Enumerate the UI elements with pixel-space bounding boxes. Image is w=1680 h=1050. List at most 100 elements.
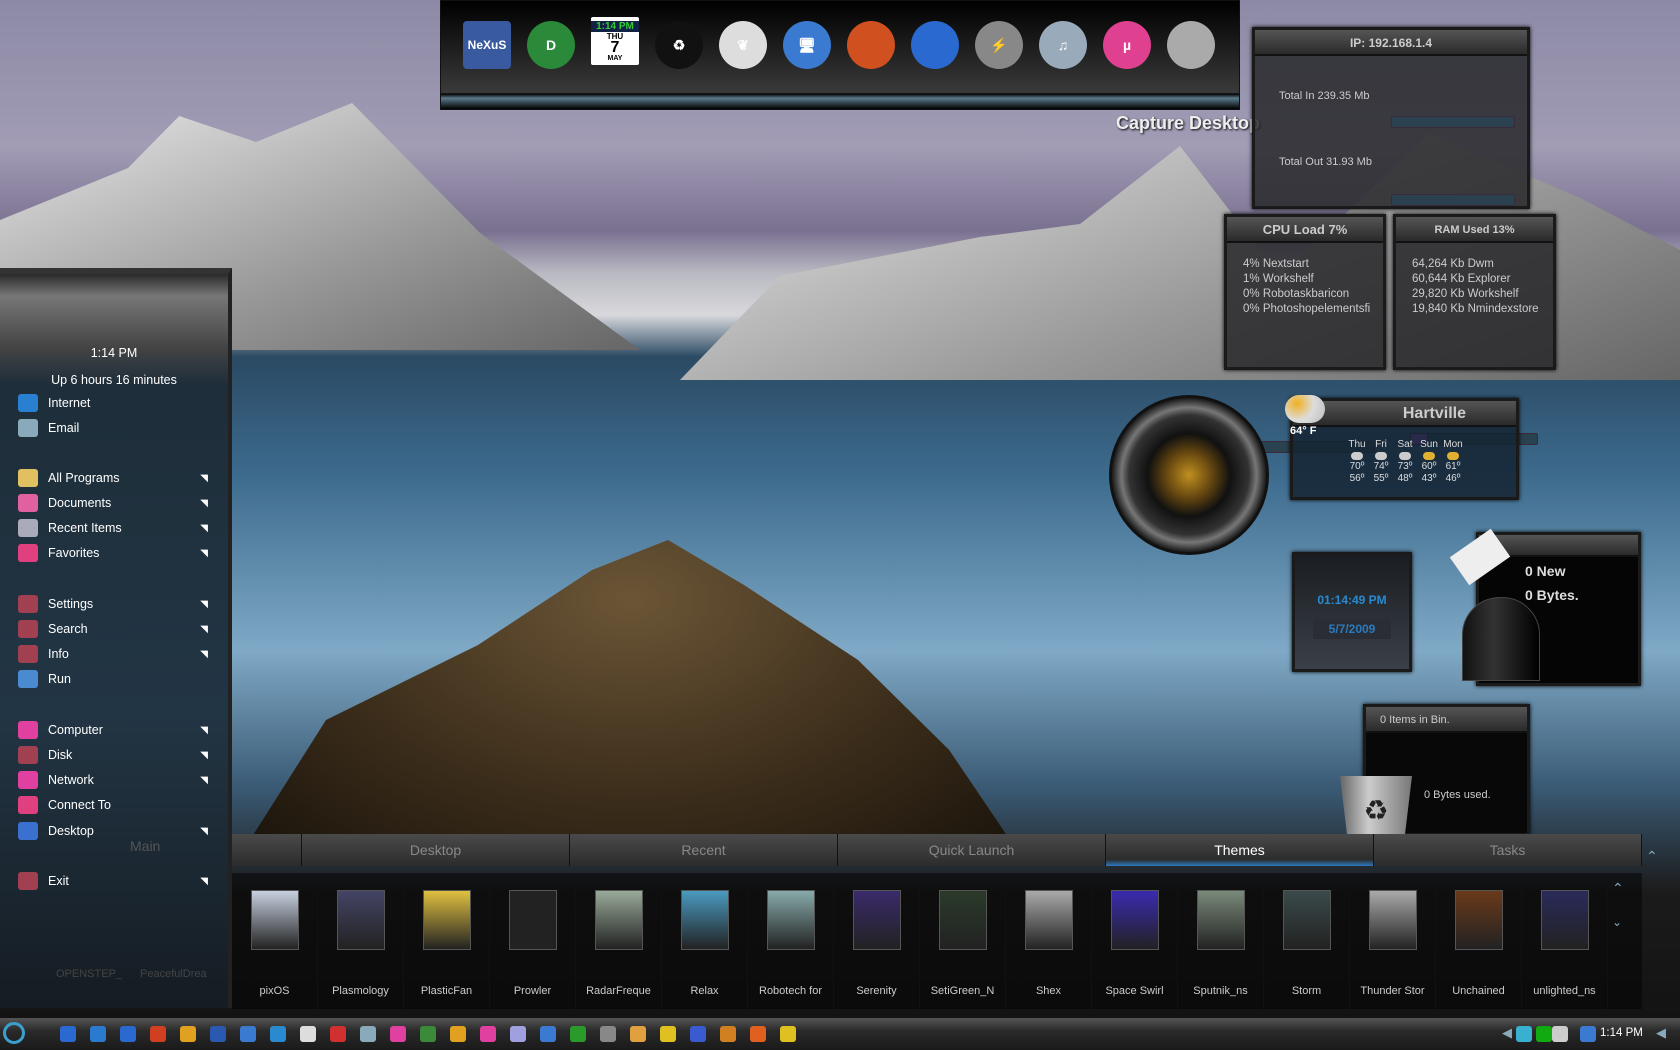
show-desktop-icon[interactable]: ◀ bbox=[1656, 1025, 1666, 1041]
taskbar-app-icon[interactable] bbox=[210, 1026, 226, 1042]
menu-item-settings[interactable]: Settings ◥ bbox=[18, 593, 212, 615]
taskbar-app-icon[interactable] bbox=[60, 1026, 76, 1042]
taskbar-app-icon[interactable] bbox=[90, 1026, 106, 1042]
scroll-down-icon[interactable]: ⌄ bbox=[1612, 915, 1622, 929]
utorrent-icon[interactable]: µ bbox=[1103, 21, 1151, 69]
tray-arrow-icon[interactable]: ◀ bbox=[1502, 1025, 1512, 1041]
theme-item[interactable]: PlasticFan bbox=[404, 873, 490, 1009]
theme-item[interactable]: RadarFreque bbox=[576, 873, 662, 1009]
taskbar-app-icon[interactable] bbox=[630, 1026, 646, 1042]
menu-item-run[interactable]: Run bbox=[18, 668, 212, 690]
menu-item-email[interactable]: Email bbox=[18, 417, 212, 439]
taskbar-app-icon[interactable] bbox=[570, 1026, 586, 1042]
nexus-icon[interactable]: NeXuS bbox=[463, 21, 511, 69]
total-in: Total In 239.35 Mb bbox=[1279, 90, 1370, 102]
dreamweaver-icon[interactable]: D bbox=[527, 21, 575, 69]
start-button[interactable] bbox=[3, 1022, 25, 1044]
menu-item-network[interactable]: Network ◥ bbox=[18, 769, 212, 791]
firefox-icon[interactable] bbox=[847, 21, 895, 69]
taskbar-app-icon[interactable] bbox=[600, 1026, 616, 1042]
tray-status-icon[interactable] bbox=[1536, 1026, 1552, 1042]
theme-item[interactable]: Thunder Stor bbox=[1350, 873, 1436, 1009]
forecast-day: Sun 60º 43º bbox=[1419, 439, 1439, 485]
menu-item-internet[interactable]: Internet bbox=[18, 392, 212, 414]
theme-item[interactable]: Shex bbox=[1006, 873, 1092, 1009]
theme-item[interactable]: unlighted_ns bbox=[1522, 873, 1608, 1009]
taskbar-app-icon[interactable] bbox=[120, 1026, 136, 1042]
taskbar-app-icon[interactable] bbox=[300, 1026, 316, 1042]
menu-item-disk[interactable]: Disk ◥ bbox=[18, 744, 212, 766]
tray-network-icon[interactable] bbox=[1580, 1026, 1596, 1042]
theme-item[interactable]: Prowler bbox=[490, 873, 576, 1009]
theme-item[interactable]: Storm bbox=[1264, 873, 1350, 1009]
photoshop-elements-icon[interactable]: ❦ bbox=[719, 21, 767, 69]
collapse-shelf-icon[interactable]: ⌃ bbox=[1646, 848, 1658, 865]
tab-quick-launch[interactable]: Quick Launch bbox=[838, 834, 1106, 866]
menu-item-info[interactable]: Info ◥ bbox=[18, 643, 212, 665]
tray-skype-icon[interactable] bbox=[1516, 1026, 1532, 1042]
taskbar-app-icon[interactable] bbox=[540, 1026, 556, 1042]
theme-name: Storm bbox=[1291, 985, 1322, 997]
menu-item-connect-to[interactable]: Connect To bbox=[18, 794, 212, 816]
themes-shelf: pixOS Plasmology PlasticFan Prowler RadarFre… bbox=[232, 873, 1642, 1009]
theme-item[interactable]: Serenity bbox=[834, 873, 920, 1009]
taskbar-app-icon[interactable] bbox=[780, 1026, 796, 1042]
theme-item[interactable]: pixOS bbox=[232, 873, 318, 1009]
taskbar-app-icon[interactable] bbox=[270, 1026, 286, 1042]
taskbar-app-icon[interactable] bbox=[480, 1026, 496, 1042]
theme-item[interactable]: Space Swirl bbox=[1092, 873, 1178, 1009]
menu-item-all-programs[interactable]: All Programs ◥ bbox=[18, 467, 212, 489]
menu-item-exit[interactable]: Exit ◥ bbox=[18, 870, 212, 892]
submenu-arrow-icon: ◥ bbox=[200, 547, 208, 559]
taskbar-app-icon[interactable] bbox=[360, 1026, 376, 1042]
theme-item[interactable]: Unchained bbox=[1436, 873, 1522, 1009]
taskbar-clock[interactable]: 1:14 PM bbox=[1600, 1027, 1643, 1039]
taskbar-app-icon[interactable] bbox=[390, 1026, 406, 1042]
scroll-up-icon[interactable]: ⌃ bbox=[1612, 880, 1624, 897]
theme-name: RadarFreque bbox=[586, 985, 651, 997]
taskbar-app-icon[interactable] bbox=[660, 1026, 676, 1042]
recycle-bin-icon[interactable]: ♻ bbox=[1340, 776, 1412, 836]
mailbox-icon[interactable] bbox=[1462, 597, 1540, 681]
cpu-process: 1% Workshelf bbox=[1243, 273, 1314, 285]
menu-item-favorites[interactable]: Favorites ◥ bbox=[18, 542, 212, 564]
taskbar-app-icon[interactable] bbox=[450, 1026, 466, 1042]
globe-icon[interactable] bbox=[911, 21, 959, 69]
taskbar-app-icon[interactable] bbox=[180, 1026, 196, 1042]
taskbar-app-icon[interactable] bbox=[720, 1026, 736, 1042]
menu-item-search[interactable]: Search ◥ bbox=[18, 618, 212, 640]
taskbar-app-icon[interactable] bbox=[420, 1026, 436, 1042]
tab-recent[interactable]: Recent bbox=[570, 834, 838, 866]
tab-desktop[interactable]: Desktop bbox=[302, 834, 570, 866]
theme-item[interactable]: Relax bbox=[662, 873, 748, 1009]
taskbar-app-icon[interactable] bbox=[330, 1026, 346, 1042]
fish-orb[interactable] bbox=[1109, 395, 1269, 555]
taskbar-app-icon[interactable] bbox=[240, 1026, 256, 1042]
tray-drive-icon[interactable] bbox=[1552, 1026, 1568, 1042]
theme-item[interactable]: SetiGreen_N bbox=[920, 873, 1006, 1009]
winamp-icon[interactable]: ⚡ bbox=[975, 21, 1023, 69]
theme-item[interactable]: Plasmology bbox=[318, 873, 404, 1009]
computer-icon[interactable]: 🖥 bbox=[783, 21, 831, 69]
tab-themes[interactable]: Themes bbox=[1106, 834, 1374, 866]
start-menu-panel: 1:14 PM Up 6 hours 16 minutes Internet Em… bbox=[0, 268, 232, 1008]
connect-to-icon bbox=[18, 796, 38, 814]
taskbar-app-icon[interactable] bbox=[150, 1026, 166, 1042]
drive-icon[interactable] bbox=[1167, 21, 1215, 69]
taskbar-app-icon[interactable] bbox=[690, 1026, 706, 1042]
menu-item-documents[interactable]: Documents ◥ bbox=[18, 492, 212, 514]
menu-item-label: Documents bbox=[48, 496, 112, 510]
menu-item-recent-items[interactable]: Recent Items ◥ bbox=[18, 517, 212, 539]
recycle-icon[interactable]: ♻ bbox=[655, 21, 703, 69]
capture-desktop-label[interactable]: Capture Desktop bbox=[1116, 113, 1260, 134]
taskbar-app-icon[interactable] bbox=[750, 1026, 766, 1042]
tab-main[interactable]: Main bbox=[130, 838, 160, 854]
theme-item[interactable]: Robotech for bbox=[748, 873, 834, 1009]
taskbar-app-icon[interactable] bbox=[510, 1026, 526, 1042]
menu-item-computer[interactable]: Computer ◥ bbox=[18, 719, 212, 741]
menu-item-desktop[interactable]: Desktop ◥ bbox=[18, 820, 212, 842]
calendar-clock-icon[interactable]: 1:14 PM THU 7 MAY bbox=[591, 17, 639, 65]
itunes-icon[interactable]: ♫ bbox=[1039, 21, 1087, 69]
tab-tasks[interactable]: Tasks bbox=[1374, 834, 1642, 866]
theme-item[interactable]: Sputnik_ns bbox=[1178, 873, 1264, 1009]
